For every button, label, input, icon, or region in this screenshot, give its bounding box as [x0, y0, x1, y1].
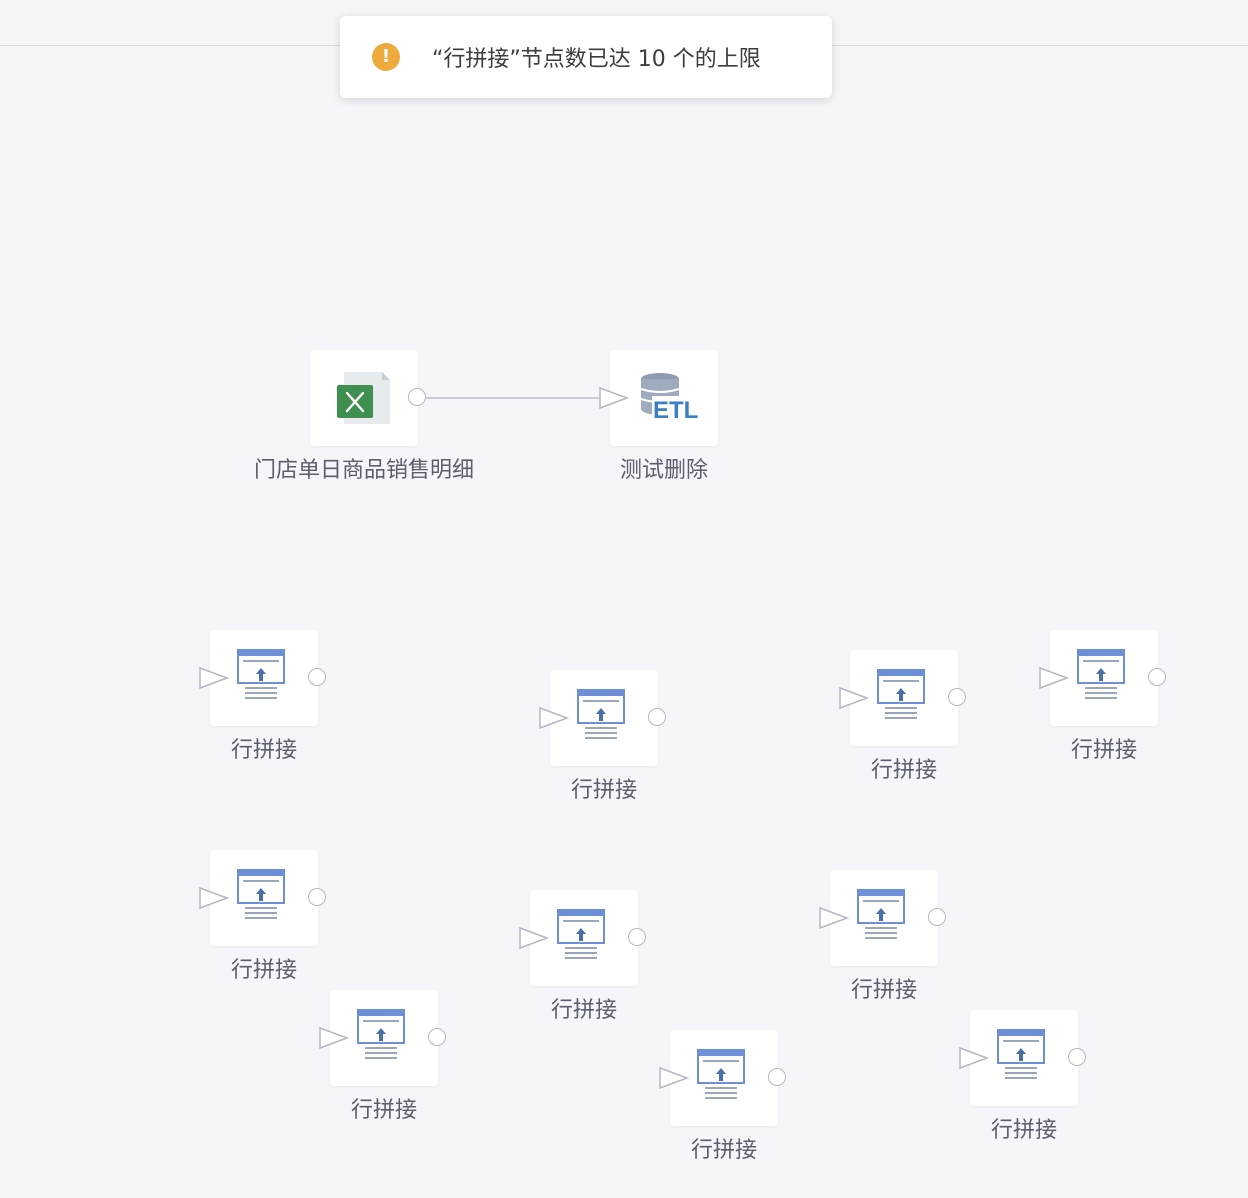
- output-port[interactable]: [948, 688, 966, 706]
- node-row-concat[interactable]: 行拼接: [819, 870, 946, 1003]
- output-port[interactable]: [308, 888, 326, 906]
- input-port[interactable]: [198, 886, 230, 910]
- output-port[interactable]: [428, 1028, 446, 1046]
- input-port[interactable]: [658, 1066, 690, 1090]
- node-label: 行拼接: [870, 758, 937, 783]
- input-port[interactable]: [198, 666, 230, 690]
- node-box[interactable]: [310, 350, 418, 446]
- output-port[interactable]: [408, 388, 426, 406]
- toast-message: “行拼接”节点数已达 10 个的上限: [432, 47, 761, 72]
- node-label: 行拼接: [570, 778, 637, 803]
- node-row-concat[interactable]: 行拼接: [319, 990, 446, 1123]
- output-port[interactable]: [1068, 1048, 1086, 1066]
- node-label: 行拼接: [990, 1118, 1057, 1143]
- node-row-concat[interactable]: 行拼接: [199, 630, 326, 763]
- flow-canvas[interactable]: 门店单日商品销售明细 ETL 测试删除 行拼接 行拼接 行拼接 行拼接 行拼接 …: [0, 0, 1248, 1198]
- input-port[interactable]: [518, 926, 550, 950]
- node-label: 行拼接: [1070, 738, 1137, 763]
- input-port[interactable]: [818, 906, 850, 930]
- output-port[interactable]: [628, 928, 646, 946]
- output-port[interactable]: [768, 1068, 786, 1086]
- node-row-concat[interactable]: 行拼接: [519, 890, 646, 1023]
- svg-text:ETL: ETL: [653, 397, 698, 424]
- node-label: 行拼接: [350, 1098, 417, 1123]
- node-excel-source[interactable]: 门店单日商品销售明细: [254, 350, 474, 483]
- warning-toast: ! “行拼接”节点数已达 10 个的上限: [340, 16, 832, 98]
- node-label: 行拼接: [230, 958, 297, 983]
- node-row-concat[interactable]: 行拼接: [659, 1030, 786, 1163]
- input-port[interactable]: [538, 706, 570, 730]
- node-row-concat[interactable]: 行拼接: [199, 850, 326, 983]
- node-label: 行拼接: [550, 998, 617, 1023]
- node-label: 测试删除: [619, 458, 708, 483]
- excel-icon: [337, 372, 390, 424]
- input-port[interactable]: [318, 1026, 350, 1050]
- input-port[interactable]: [598, 386, 630, 410]
- node-label: 行拼接: [850, 978, 917, 1003]
- node-label: 行拼接: [230, 738, 297, 763]
- warning-icon: !: [372, 43, 400, 71]
- node-row-concat[interactable]: 行拼接: [539, 670, 666, 803]
- node-etl[interactable]: ETL 测试删除: [599, 350, 718, 483]
- node-label: 行拼接: [690, 1138, 757, 1163]
- output-port[interactable]: [928, 908, 946, 926]
- input-port[interactable]: [1038, 666, 1070, 690]
- node-label: 门店单日商品销售明细: [254, 458, 475, 483]
- input-port[interactable]: [958, 1046, 990, 1070]
- node-row-concat[interactable]: 行拼接: [839, 650, 966, 783]
- input-port[interactable]: [838, 686, 870, 710]
- node-row-concat[interactable]: 行拼接: [1039, 630, 1166, 763]
- output-port[interactable]: [648, 708, 666, 726]
- node-row-concat[interactable]: 行拼接: [959, 1010, 1086, 1143]
- output-port[interactable]: [1148, 668, 1166, 686]
- output-port[interactable]: [308, 668, 326, 686]
